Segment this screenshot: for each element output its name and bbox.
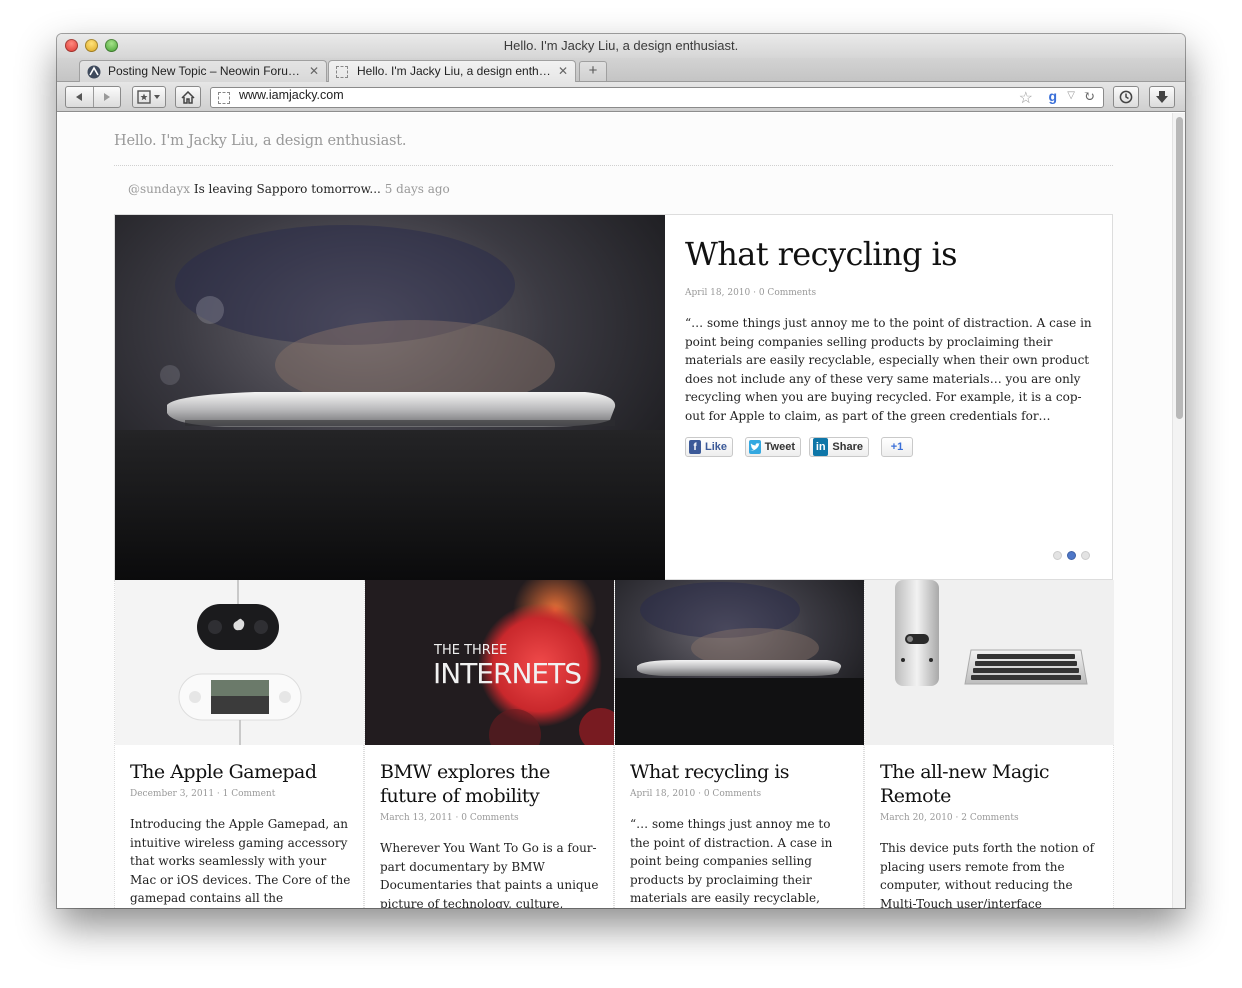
navigation-toolbar: www.iamjacky.com ☆ g ▽ ↻ <box>57 82 1185 112</box>
site-title[interactable]: Hello. I'm Jacky Liu, a design enthusias… <box>114 133 407 149</box>
tab-close-icon[interactable]: ✕ <box>558 61 568 82</box>
facebook-icon: f <box>689 440 701 454</box>
post-meta: April 18, 2010 · 0 Comments <box>630 789 762 799</box>
featured-post: What recycling is April 18, 2010 · 0 Com… <box>114 214 1113 580</box>
new-tab-button[interactable]: + <box>579 61 607 81</box>
page-viewport: Hello. I'm Jacky Liu, a design enthusias… <box>57 113 1185 908</box>
search-dropdown-icon[interactable]: ▽ <box>1067 90 1075 101</box>
linkedin-label: Share <box>832 441 863 453</box>
forward-arrow-icon <box>103 93 110 101</box>
post-grid: The Apple Gamepad December 3, 2011 · 1 C… <box>114 580 1114 908</box>
window-title: Hello. I'm Jacky Liu, a design enthusias… <box>503 38 739 53</box>
laptop-photo <box>115 215 665 580</box>
linkedin-share-button[interactable]: in Share <box>809 437 869 457</box>
close-window-button[interactable] <box>65 39 78 52</box>
forward-button[interactable] <box>93 87 120 107</box>
bookmark-star-icon[interactable]: ☆ <box>1019 88 1033 107</box>
featured-excerpt: “… some things just annoy me to the poin… <box>685 316 1092 423</box>
neowin-favicon-icon <box>87 65 101 79</box>
post-meta: December 3, 2011 · 1 Comment <box>130 789 276 799</box>
facebook-like-button[interactable]: f Like <box>685 437 733 457</box>
post-meta: March 20, 2010 · 2 Comments <box>880 813 1019 823</box>
twitter-bird-icon <box>749 440 761 454</box>
gamepad-photo <box>115 580 364 745</box>
linkedin-icon: in <box>813 438 829 456</box>
post-thumbnail[interactable] <box>615 580 864 745</box>
post-excerpt: Wherever You Want To Go is a four-part d… <box>380 841 599 908</box>
plus-one-label: +1 <box>890 441 904 453</box>
download-arrow-icon <box>1156 91 1168 103</box>
home-button[interactable] <box>175 86 201 108</box>
bookmarks-icon <box>137 90 160 104</box>
tweet-button[interactable]: Tweet <box>745 437 801 457</box>
latest-tweet: @sundayx Is leaving Sapporo tomorrow... … <box>128 182 450 196</box>
slide-dot-2-active[interactable] <box>1067 551 1076 560</box>
history-button[interactable] <box>1113 86 1139 108</box>
post-title[interactable]: What recycling is <box>630 760 855 784</box>
post-thumbnail[interactable] <box>115 580 364 745</box>
google-plus-one-button[interactable]: +1 <box>881 437 913 457</box>
tab-label: Hello. I'm Jacky Liu, a design enth… <box>357 64 551 78</box>
back-arrow-icon <box>76 93 83 101</box>
tab-label: Posting New Topic – Neowin Foru… <box>108 64 300 78</box>
clock-icon <box>1119 90 1133 104</box>
reload-icon[interactable]: ↻ <box>1083 88 1095 107</box>
tab-iamjacky[interactable]: Hello. I'm Jacky Liu, a design enth… ✕ <box>328 60 576 82</box>
header-divider <box>114 165 1113 166</box>
featured-meta: April 18, 2010 · 0 Comments <box>685 288 817 298</box>
post-card: THE THREE INTERNETS BMW explores the fut… <box>364 580 614 908</box>
home-icon <box>181 90 195 104</box>
tab-neowin[interactable]: Posting New Topic – Neowin Foru… ✕ <box>79 60 327 82</box>
search-engine-icon[interactable]: g <box>1048 88 1057 104</box>
post-card: The Apple Gamepad December 3, 2011 · 1 C… <box>114 580 364 908</box>
post-thumbnail[interactable] <box>865 580 1114 745</box>
post-card: The all-new Magic Remote March 20, 2010 … <box>864 580 1114 908</box>
post-title[interactable]: The Apple Gamepad <box>130 760 355 784</box>
post-excerpt: This device puts forth the notion of pla… <box>880 841 1095 908</box>
featured-title[interactable]: What recycling is <box>685 235 958 273</box>
scrollbar-thumb[interactable] <box>1176 117 1183 419</box>
tweet-handle[interactable]: @sundayx <box>128 182 190 196</box>
tab-close-icon[interactable]: ✕ <box>309 61 319 82</box>
featured-image[interactable] <box>115 215 665 580</box>
url-text[interactable]: www.iamjacky.com <box>239 88 344 102</box>
browser-window: Hello. I'm Jacky Liu, a design enthusias… <box>57 34 1185 908</box>
title-bar: Hello. I'm Jacky Liu, a design enthusias… <box>57 34 1185 58</box>
tweet-time[interactable]: 5 days ago <box>385 182 450 196</box>
zoom-window-button[interactable] <box>105 39 118 52</box>
blank-page-icon <box>336 66 348 78</box>
thumb-text-line2: INTERNETS <box>433 657 581 690</box>
vertical-scrollbar[interactable] <box>1172 113 1185 908</box>
post-card: What recycling is April 18, 2010 · 0 Com… <box>614 580 864 908</box>
tab-bar: Posting New Topic – Neowin Foru… ✕ Hello… <box>57 58 1185 82</box>
downloads-button[interactable] <box>1149 86 1175 108</box>
post-thumbnail[interactable]: THE THREE INTERNETS <box>365 580 614 745</box>
magic-remote-photo <box>865 580 1114 745</box>
tweet-text: Is leaving Sapporo tomorrow... <box>193 182 381 196</box>
bookmarks-button[interactable] <box>132 86 166 108</box>
slide-dot-1[interactable] <box>1053 551 1062 560</box>
laptop-photo-small <box>615 580 864 745</box>
post-meta: March 13, 2011 · 0 Comments <box>380 813 519 823</box>
three-internets-photo: THE THREE INTERNETS <box>365 580 614 745</box>
post-excerpt: Introducing the Apple Gamepad, an intuit… <box>130 817 351 906</box>
page-icon <box>218 92 230 104</box>
thumb-text-line1: THE THREE <box>433 643 507 658</box>
post-excerpt: “… some things just annoy me to the poin… <box>630 817 833 906</box>
like-label: Like <box>704 441 727 453</box>
tweet-label: Tweet <box>764 441 795 453</box>
address-bar[interactable]: www.iamjacky.com ☆ g ▽ ↻ <box>210 87 1104 108</box>
back-forward-group <box>65 86 121 108</box>
post-title[interactable]: BMW explores the future of mobility <box>380 760 605 808</box>
slide-dot-3[interactable] <box>1081 551 1090 560</box>
minimize-window-button[interactable] <box>85 39 98 52</box>
post-title[interactable]: The all-new Magic Remote <box>880 760 1105 808</box>
back-button[interactable] <box>66 87 93 107</box>
